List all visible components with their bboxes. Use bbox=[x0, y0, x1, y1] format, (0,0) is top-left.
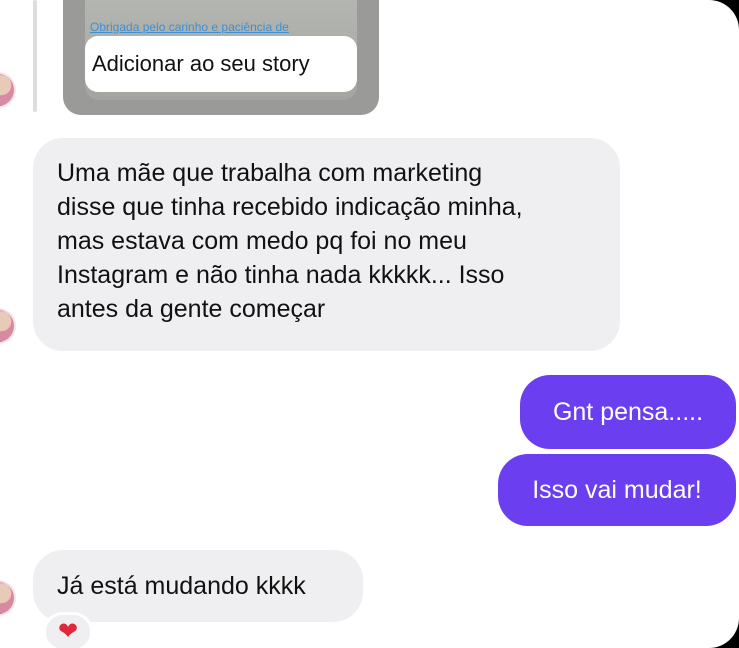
message-text: Gnt pensa..... bbox=[552, 397, 704, 426]
message-bubble-incoming[interactable]: Uma mãe que trabalha com marketing disse… bbox=[33, 138, 620, 351]
message-bubble-outgoing[interactable]: Gnt pensa..... bbox=[520, 375, 736, 449]
message-text: Já está mudando kkkk bbox=[57, 572, 306, 600]
reply-indicator-line bbox=[33, 0, 37, 112]
add-to-story-label: Adicionar ao seu story bbox=[92, 51, 310, 76]
message-bubble-outgoing[interactable]: Isso vai mudar! bbox=[498, 454, 736, 526]
message-line: mas estava com medo pq foi no meu bbox=[57, 227, 467, 255]
message-text: Isso vai mudar! bbox=[532, 475, 702, 504]
message-bubble-incoming[interactable]: Já está mudando kkkk bbox=[33, 550, 363, 622]
message-line: antes da gente começar bbox=[57, 295, 326, 323]
message-reaction[interactable]: ❤ bbox=[43, 612, 93, 648]
sender-avatar[interactable] bbox=[0, 580, 16, 616]
message-line: disse que tinha recebido indicação minha… bbox=[57, 193, 523, 221]
message-line: Uma mãe que trabalha com marketing bbox=[57, 159, 483, 187]
heart-icon: ❤ bbox=[57, 618, 79, 645]
story-caption: Obrigada pelo carinho e paciência de bbox=[90, 20, 289, 34]
message-line: Instagram e não tinha nada kkkkk... Isso bbox=[57, 261, 505, 289]
sender-avatar[interactable] bbox=[0, 72, 16, 108]
sender-avatar[interactable] bbox=[0, 308, 16, 344]
add-to-story-button[interactable]: Adicionar ao seu story bbox=[85, 36, 357, 92]
chat-window: Obrigada pelo carinho e paciência de Adi… bbox=[0, 0, 739, 648]
